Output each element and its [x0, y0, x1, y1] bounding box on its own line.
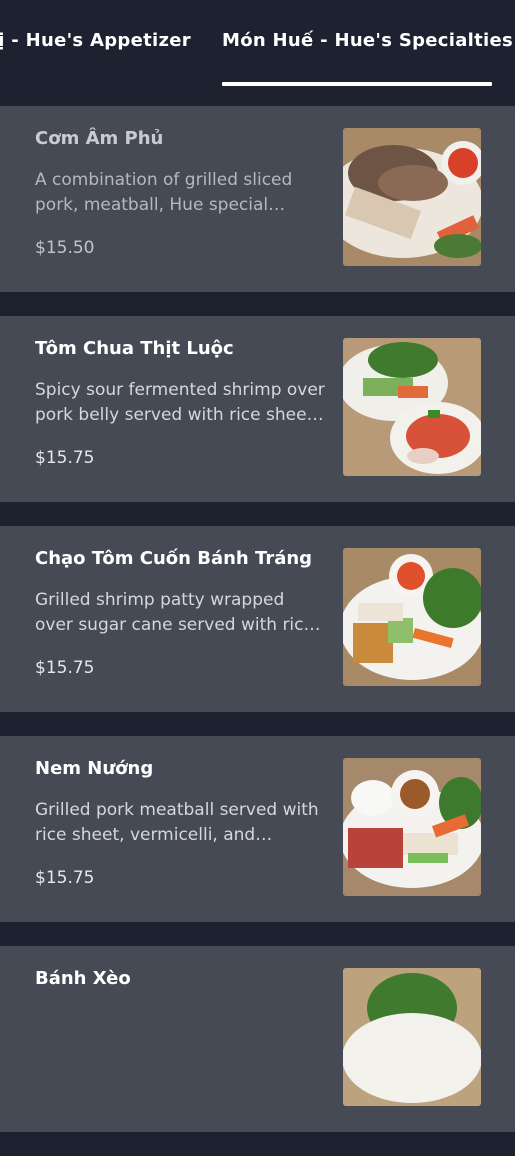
menu-item-description: Grilled shrimp patty wrapped over sugar …: [35, 590, 314, 635]
menu-item-name: Chạo Tôm Cuốn Bánh Tráng: [35, 548, 313, 569]
menu-item-photo: [343, 758, 481, 896]
menu-item-price: $15.75: [35, 448, 95, 468]
menu-item-description: Grilled pork meatball served with rice s…: [35, 800, 319, 845]
menu-item-card[interactable]: Chạo Tôm Cuốn Bánh Tráng Grilled shrimp …: [0, 526, 515, 712]
menu-item-description: A combination of grilled sliced pork, me…: [35, 170, 293, 215]
menu-item-price: $15.75: [35, 658, 95, 678]
menu-item-description: Spicy sour fermented shrimp over pork be…: [35, 380, 325, 425]
menu-item-name: Cơm Âm Phủ: [35, 128, 164, 149]
menu-item-card[interactable]: Tôm Chua Thịt Luộc Spicy sour fermented …: [0, 316, 515, 502]
active-tab-indicator: [222, 82, 492, 86]
menu-item-photo: [343, 338, 481, 476]
menu-item-photo: [343, 548, 481, 686]
menu-item-card[interactable]: Nem Nướng Grilled pork meatball served w…: [0, 736, 515, 922]
category-tab-bar: Vị - Hue's Appetizer Món Huế - Hue's Spe…: [0, 0, 515, 86]
menu-item-name: Tôm Chua Thịt Luộc: [35, 338, 234, 359]
menu-item-list: Cơm Âm Phủ A combination of grilled slic…: [0, 106, 515, 1156]
menu-item-photo: [343, 968, 481, 1106]
tab-hues-specialties[interactable]: Món Huế - Hue's Specialties: [222, 30, 513, 51]
menu-item-name: Nem Nướng: [35, 758, 154, 779]
menu-item-price: $15.50: [35, 238, 95, 258]
menu-item-price: $15.75: [35, 868, 95, 888]
menu-item-photo: [343, 128, 481, 266]
menu-item-card[interactable]: Cơm Âm Phủ A combination of grilled slic…: [0, 106, 515, 292]
menu-item-name: Bánh Xèo: [35, 968, 131, 989]
tab-hues-appetizer[interactable]: Vị - Hue's Appetizer: [0, 30, 191, 51]
menu-item-card[interactable]: Bánh Xèo: [0, 946, 515, 1132]
